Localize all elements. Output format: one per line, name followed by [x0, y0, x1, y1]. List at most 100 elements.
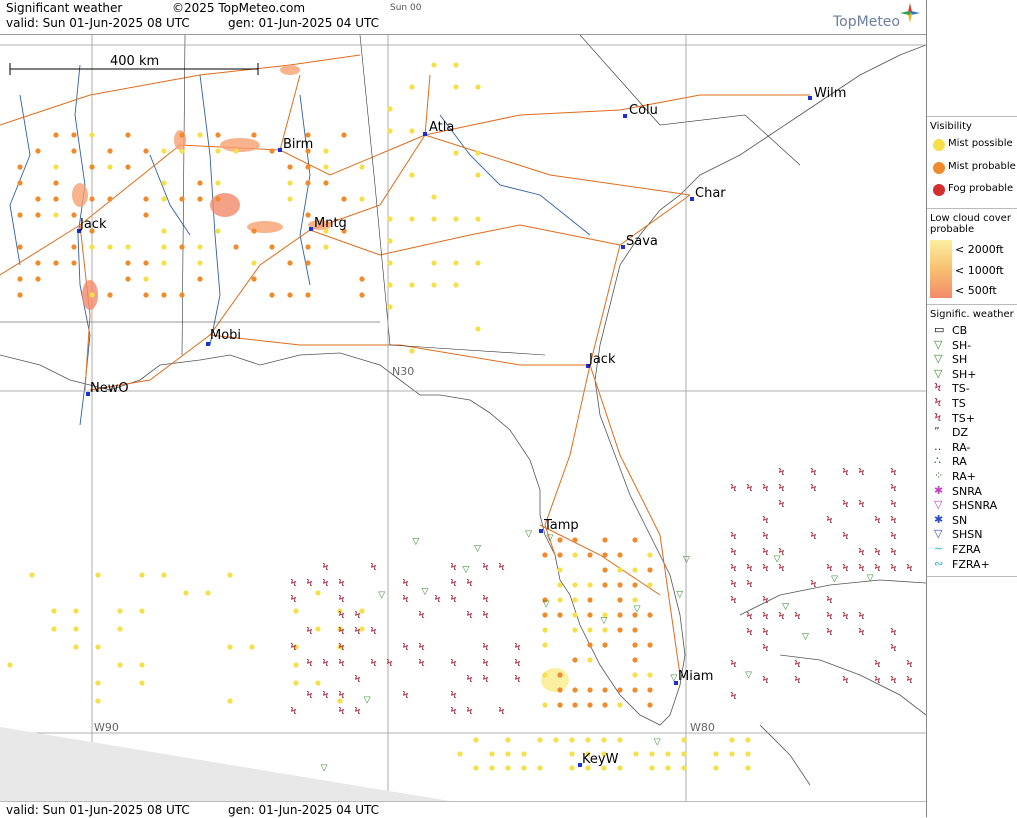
- thunderstorm-icon: Ϟ: [890, 675, 897, 686]
- legend-rain: ∴ RA: [934, 454, 967, 469]
- visibility-dot: [431, 194, 437, 200]
- visibility-dot: [665, 765, 671, 771]
- visibility-dot: [665, 751, 671, 757]
- visibility-dot: [359, 196, 365, 202]
- thunderstorm-icon: Ϟ: [402, 594, 409, 605]
- gen-time: gen: 01-Jun-2025 04 UTC: [228, 16, 380, 30]
- thunderstorm-icon: Ϟ: [450, 690, 457, 701]
- visibility-dot: [161, 260, 167, 266]
- thunderstorm-icon: Ϟ: [370, 658, 377, 669]
- visibility-dot: [17, 292, 23, 298]
- visibility-dot: [587, 702, 593, 708]
- visibility-dot: [569, 765, 575, 771]
- visibility-dot: [572, 612, 578, 618]
- visibility-dot: [572, 657, 578, 663]
- thunderstorm-icon: Ϟ: [826, 627, 833, 638]
- visibility-dot: [409, 84, 415, 90]
- city-jack-fl[interactable]: Jack: [586, 352, 616, 368]
- visibility-dot: [251, 132, 257, 138]
- visibility-dot: [387, 238, 393, 244]
- drizzle-icon: ”: [934, 425, 940, 439]
- visibility-dot: [453, 260, 459, 266]
- visibility-dot: [729, 751, 735, 757]
- visibility-dot: [227, 572, 233, 578]
- thunderstorm-icon: Ϟ: [322, 562, 329, 573]
- visibility-dot: [572, 597, 578, 603]
- thunderstorm-icon: Ϟ: [890, 499, 897, 510]
- cb-icon: ▭: [934, 323, 945, 336]
- visibility-dot: [647, 582, 653, 588]
- visibility-dot: [572, 552, 578, 558]
- city-birm[interactable]: Birm: [278, 137, 313, 152]
- visibility-dot: [161, 196, 167, 202]
- visibility-dot: [71, 132, 77, 138]
- visibility-dot: [107, 148, 113, 154]
- visibility-dot: [632, 672, 638, 678]
- visibility-dot: [251, 276, 257, 282]
- visibility-dot: [323, 244, 329, 250]
- city-keyw[interactable]: KeyW: [578, 752, 619, 767]
- visibility-dot: [647, 567, 653, 573]
- svg-text:Wilm: Wilm: [814, 86, 846, 101]
- visibility-dot: [475, 260, 481, 266]
- snow-icon: ✱: [934, 512, 944, 526]
- visibility-dot: [542, 552, 548, 558]
- thunderstorm-icon: Ϟ: [906, 659, 913, 670]
- visibility-dot: [7, 662, 13, 668]
- thunderstorm-icon: Ϟ: [514, 642, 521, 653]
- visibility-dot: [409, 282, 415, 288]
- visibility-dot: [387, 128, 393, 134]
- visibility-dot: [179, 196, 185, 202]
- thunderstorm-icon: Ϟ: [322, 578, 329, 589]
- visibility-dot: [233, 148, 239, 154]
- visibility-dot: [139, 572, 145, 578]
- city-char[interactable]: Char: [690, 186, 726, 201]
- visibility-dot: [161, 180, 167, 186]
- visibility-dot: [475, 216, 481, 222]
- city-newo[interactable]: NewO: [86, 381, 129, 396]
- visibility-dot: [269, 292, 275, 298]
- svg-text:Sava: Sava: [626, 234, 658, 249]
- thunderstorm-icon: Ϟ: [778, 467, 785, 478]
- visibility-dot: [602, 582, 608, 588]
- shower-icon: ▽: [782, 602, 789, 612]
- legend-snow-shower: ▽ SHSN: [934, 527, 983, 542]
- visibility-dot: [161, 572, 167, 578]
- city-colu[interactable]: Colu: [623, 103, 658, 118]
- visibility-dot: [287, 196, 293, 202]
- weather-map[interactable]: N30 W90 W80 400 km Ϟ Ϟ Ϟ Ϟ ϞϞ Ϟ Ϟ Ϟ Ϟ Ϟ ϞϞ Ϟ Ϟ Ϟ Ϟ ϞϞ Ϟ Ϟ…: [0, 35, 926, 801]
- visibility-dot: [89, 196, 95, 202]
- thunderstorm-icon: Ϟ: [370, 562, 377, 573]
- visibility-dot: [125, 260, 131, 266]
- city-jack-ms[interactable]: Jack: [77, 217, 107, 233]
- city-miam[interactable]: Miam: [674, 669, 713, 685]
- visibility-dot: [95, 698, 101, 704]
- visibility-dot: [315, 680, 321, 686]
- visibility-dot: [251, 228, 257, 234]
- city-mntg[interactable]: Mntg: [309, 216, 347, 231]
- thunderstorm-icon: Ϟ: [858, 499, 865, 510]
- svg-text:Mntg: Mntg: [314, 216, 347, 231]
- city-wilm[interactable]: Wilm: [808, 86, 846, 101]
- visibility-dot: [117, 626, 123, 632]
- sun-tag: Sun 00: [390, 3, 422, 13]
- thunderstorm-icon: Ϟ: [730, 579, 737, 590]
- visibility-dot: [431, 260, 437, 266]
- shower-icon: ▽: [634, 605, 641, 615]
- visibility-dot: [125, 276, 131, 282]
- svg-text:Tamp: Tamp: [543, 518, 579, 533]
- shower-light-icon: ▽: [934, 337, 943, 351]
- thunderstorm-icon: Ϟ: [290, 578, 297, 589]
- city-tamp[interactable]: Tamp: [539, 518, 579, 533]
- thunderstorm-icon: Ϟ: [794, 611, 801, 622]
- thunderstorm-icon: Ϟ: [498, 562, 505, 573]
- map-header: Significant weather ©2025 TopMeteo.com S…: [0, 0, 926, 35]
- city-sava[interactable]: Sava: [621, 234, 658, 249]
- visibility-dot: [632, 567, 638, 573]
- thunderstorm-icon: Ϟ: [762, 515, 769, 526]
- thunderstorm-icon: Ϟ: [306, 626, 313, 637]
- thunderstorm-icon: Ϟ: [746, 611, 753, 622]
- visibility-dot: [521, 765, 527, 771]
- visibility-dot: [161, 228, 167, 234]
- visibility-dot: [729, 737, 735, 743]
